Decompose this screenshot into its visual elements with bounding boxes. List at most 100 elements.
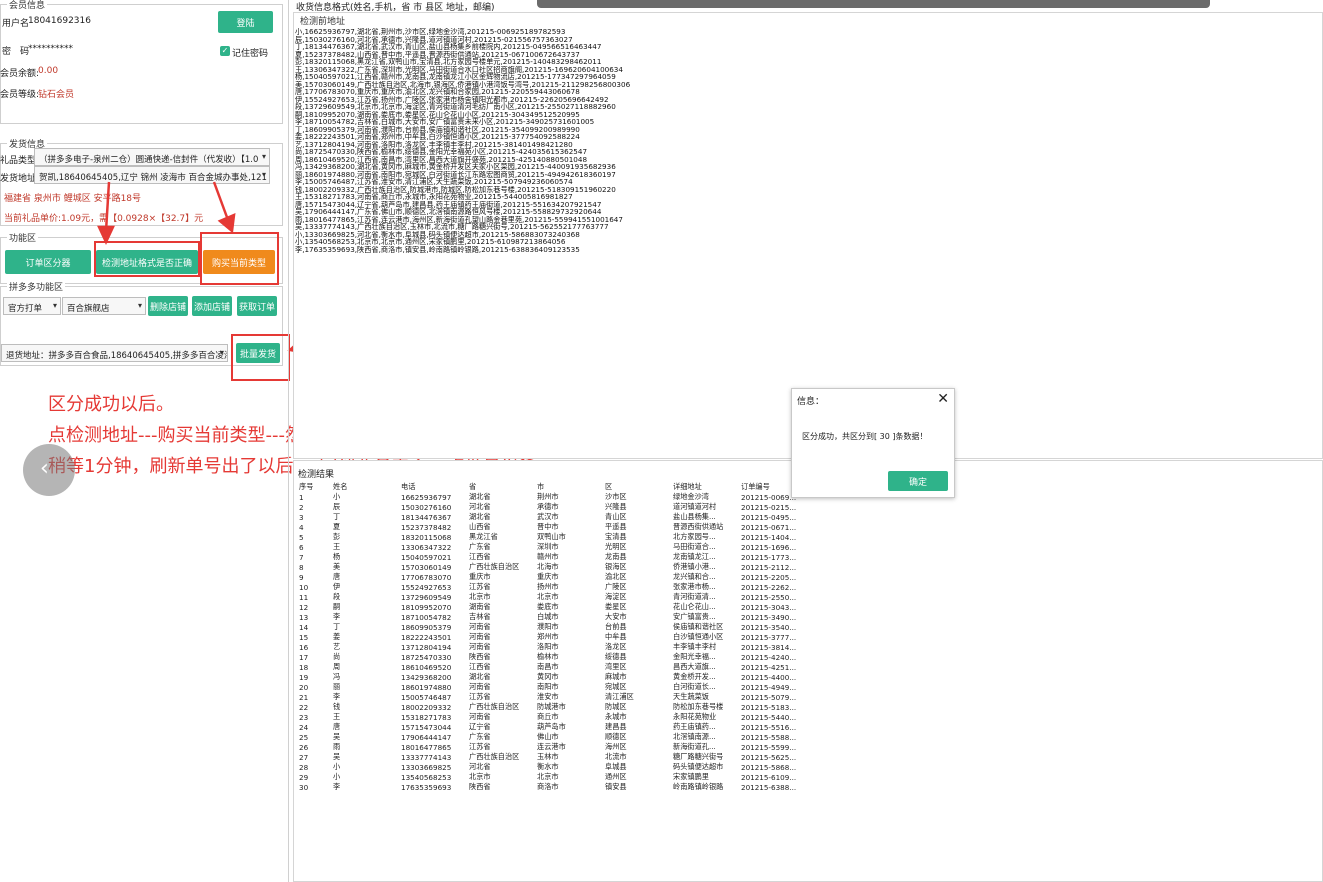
table-cell: 湖北省 xyxy=(469,512,491,521)
table-row[interactable]: 30 李 17635359693 陕西省 商洛市 镇安县 岭南路镇岭银路 201215-638… xyxy=(297,782,801,792)
result-table: 序号 姓名 电话省市区详细地址 订单编号 1 小 16625936797 湖北省 荆州市 沙市区… xyxy=(297,482,801,792)
table-row[interactable]: 28 小 13303669825 河北省 衡水市 阜城县 码头镇便达超市 201215-586… xyxy=(297,762,801,772)
close-icon[interactable]: ✕ xyxy=(937,391,949,407)
table-cell: 李 xyxy=(333,692,341,701)
table-cell: 15005746487 xyxy=(401,692,452,702)
ship-addr-label: 发货地址 xyxy=(0,174,37,184)
table-cell: 201215-3490... xyxy=(741,612,797,622)
table-cell: 15703060149 xyxy=(401,562,452,572)
table-row[interactable]: 15 姜 18222243501 河南省 郑州市 中牟县 白沙镇恒通小区 201215-377… xyxy=(297,632,801,642)
price-line: 当前礼品单价:1.09元，需【0.0928×【32.7】元 xyxy=(4,214,204,224)
table-row[interactable]: 9 唐 17706783070 重庆市 重庆市 渝北区 龙兴镇和合... 201215-220… xyxy=(297,572,801,582)
table-cell: 道河镇道河村 xyxy=(673,502,717,511)
table-cell: 18609905379 xyxy=(401,622,452,632)
return-addr-value: 退货地址：拼多多百合食品,18640645405,拼多多百合凌海 xyxy=(6,351,228,361)
dialog-ok-button[interactable]: 确定 xyxy=(888,471,948,491)
address-line: 丁,18134476367,湖北省,武汉市,青山区,盐山县杨集乡前楼院内,201… xyxy=(295,43,602,51)
table-cell: 衡水市 xyxy=(537,762,559,771)
table-header-cell[interactable]: 市 xyxy=(535,482,603,492)
table-cell: 18710054782 xyxy=(401,612,452,622)
table-row[interactable]: 13 李 18710054782 吉林省 白城市 大安市 安广镇富贵... 201215-34… xyxy=(297,612,801,622)
shop-select[interactable]: 百合旗舰店 ▾ xyxy=(62,297,146,315)
table-row[interactable]: 24 唐 15715473044 辽宁省 葫芦岛市 建昌县 药王庙镇药... 201215-5… xyxy=(297,722,801,732)
table-row[interactable]: 27 吴 13337774143 广西壮族自治区 玉林市 北流市 糖厂路糖兴街号 201215… xyxy=(297,752,801,762)
return-addr-select[interactable]: 退货地址：拼多多百合食品,18640645405,拼多多百合凌海 ▾ xyxy=(1,344,228,362)
table-cell: 山西省 xyxy=(469,522,491,531)
table-cell: 201215-5440... xyxy=(741,712,797,722)
table-row[interactable]: 16 艺 13712804194 河南省 洛阳市 洛龙区 丰李镇丰李村 201215-3814… xyxy=(297,642,801,652)
table-row[interactable]: 6 王 13306347322 广东省 深圳市 光明区 马田街道合... 201215-169… xyxy=(297,542,801,552)
address-line: 小,13303669825,河北省,衡水市,阜城县,码头镇便达超市,201215… xyxy=(295,230,580,238)
table-row[interactable]: 18 周 18610469520 江西省 南昌市 湾里区 昌西大道旗... 201215-42… xyxy=(297,662,801,672)
table-row[interactable]: 25 吴 17906444147 广东省 佛山市 顺德区 北滘镇南源... 201215-55… xyxy=(297,732,801,742)
table-header-cell[interactable]: 姓名 xyxy=(331,482,399,492)
table-header-cell[interactable]: 详细地址 xyxy=(671,482,739,492)
scroll-back-button[interactable]: ‹ xyxy=(23,444,75,496)
table-cell: 丰李镇丰李村 xyxy=(673,642,717,651)
table-cell: 18320115068 xyxy=(401,532,452,542)
table-header-cell[interactable]: 电话 xyxy=(399,482,467,492)
table-cell: 建昌县 xyxy=(605,722,627,731)
table-cell: 嗣 xyxy=(333,602,341,611)
password-field[interactable]: ********** xyxy=(28,44,73,54)
login-button[interactable]: 登陆 xyxy=(218,11,273,33)
address-line: 小,13540568253,北京市,北京市,通州区,宋家镇鹏里,201215-6… xyxy=(295,238,566,246)
table-cell: 201215-5599... xyxy=(741,742,797,752)
table-cell: 商洛市 xyxy=(537,782,559,791)
ship-addr-select[interactable]: 贺凯,18640645405,辽宁 锦州 凌海市 百合金城办事处,121 ▾ xyxy=(34,166,270,184)
split-order-button[interactable]: 订单区分器 xyxy=(5,250,91,274)
table-header-cell[interactable]: 序号 xyxy=(297,482,331,492)
table-row[interactable]: 12 嗣 18109952070 湖南省 娄底市 娄星区 花山仑花山... 201215-30… xyxy=(297,602,801,612)
table-row[interactable]: 14 丁 18609905379 河南省 濮阳市 台前县 侯庙镇和谐社区 201215-354… xyxy=(297,622,801,632)
table-row[interactable]: 23 王 15318271783 河南省 商丘市 永城市 永阳花苑物业 201215-5440… xyxy=(297,712,801,722)
table-row[interactable]: 11 段 13729609549 北京市 北京市 海淀区 青河街道清... 201215-25… xyxy=(297,592,801,602)
table-cell: 26 xyxy=(299,742,309,752)
table-row[interactable]: 7 杨 15040597021 江西省 赣州市 龙南县 龙南镇龙江... 201215-177… xyxy=(297,552,801,562)
print-type-select[interactable]: 官方打单 ▾ xyxy=(3,297,61,315)
table-row[interactable]: 22 钱 18002209332 广西壮族自治区 防城港市 防城区 防松加东巷号楼 20121… xyxy=(297,702,801,712)
table-row[interactable]: 4 夏 15237378482 山西省 晋中市 平遥县 晋源西街供通站 201215-0671… xyxy=(297,522,801,532)
dialog-title: 信息： xyxy=(797,397,825,407)
table-row[interactable]: 20 丽 18601974880 河南省 南阳市 宛城区 白河街道长... 201215-49… xyxy=(297,682,801,692)
highlight-check-address xyxy=(94,241,200,277)
table-cell: 防松加东巷号楼 xyxy=(673,702,724,711)
table-row[interactable]: 26 雨 18016477865 江苏省 连云港市 海州区 新海街道孔... 201215-5… xyxy=(297,742,801,752)
remember-checkbox[interactable]: ✓ xyxy=(220,46,230,56)
table-row[interactable]: 1 小 16625936797 湖北省 荆州市 沙市区 绿地金沙湾 201215-0069..… xyxy=(297,492,801,502)
table-row[interactable]: 17 尚 18725470330 陕西省 榆林市 绥德县 金阳光幸福... 201215-42… xyxy=(297,652,801,662)
get-orders-button[interactable]: 获取订单 xyxy=(237,296,277,316)
table-cell: 湾里区 xyxy=(605,662,627,671)
table-cell: 深圳市 xyxy=(537,542,559,551)
table-cell: 201215-5183... xyxy=(741,702,797,712)
table-header-cell[interactable]: 省 xyxy=(467,482,535,492)
level-label: 会员等级: xyxy=(0,90,40,100)
table-cell: 安广镇富贵... xyxy=(673,612,716,621)
table-cell: 201215-0495... xyxy=(741,512,797,522)
table-row[interactable]: 21 李 15005746487 江苏省 淮安市 清江浦区 天生蔬菜饭 201215-5079… xyxy=(297,692,801,702)
table-cell: 葫芦岛市 xyxy=(537,722,566,731)
function-title: 功能区 xyxy=(7,231,39,244)
address-line: 伊,15524927653,江苏省,扬州市,广陵区,张家港市杨舍镇阳光都市,20… xyxy=(295,95,609,103)
table-row[interactable]: 5 彭 18320115068 黑龙江省 双鸭山市 宝清县 北方家园号... 201215-1… xyxy=(297,532,801,542)
table-cell: 龙南镇龙江... xyxy=(673,552,716,561)
username-field[interactable]: 18041692316 xyxy=(28,16,91,26)
add-shop-button[interactable]: 添加店铺 xyxy=(192,296,232,316)
table-row[interactable]: 8 美 15703060149 广西壮族自治区 北海市 银海区 侨港镇小港... 201215… xyxy=(297,562,801,572)
table-cell: 湖北省 xyxy=(469,492,491,501)
table-cell: 绥德县 xyxy=(605,652,627,661)
table-cell: 丽 xyxy=(333,682,341,691)
delete-shop-button[interactable]: 删除店铺 xyxy=(148,296,188,316)
table-cell: 钱 xyxy=(333,702,341,711)
gift-type-select[interactable]: （拼多多电子-泉州二仓）圆通快递-信封件（代发收）【1.0 ▾ xyxy=(34,148,270,166)
table-cell: 19 xyxy=(299,672,309,682)
table-row[interactable]: 3 丁 18134476367 湖北省 武汉市 青山区 盐山县杨集... 201215-049… xyxy=(297,512,801,522)
table-row[interactable]: 2 辰 15030276160 河北省 承德市 兴隆县 道河镇道河村 201215-0215.… xyxy=(297,502,801,512)
address-line: 李,18710054782,吉林省,白城市,大安市,安广镇富贵未来小区,2012… xyxy=(295,118,595,126)
table-row[interactable]: 19 冯 13429368200 湖北省 黄冈市 麻城市 黄金桥开发... 201215-44… xyxy=(297,672,801,682)
table-cell: 201215-4400... xyxy=(741,672,797,682)
table-row[interactable]: 29 小 13540568253 北京市 北京市 通州区 宋家镇鹏里 201215-6109.… xyxy=(297,772,801,782)
table-header-cell[interactable]: 区 xyxy=(603,482,671,492)
balance-label: 会员余额: xyxy=(0,69,40,79)
table-cell: 镇安县 xyxy=(605,782,627,791)
table-row[interactable]: 10 伊 15524927653 江苏省 扬州市 广陵区 张家港市杨... 201215-22… xyxy=(297,582,801,592)
